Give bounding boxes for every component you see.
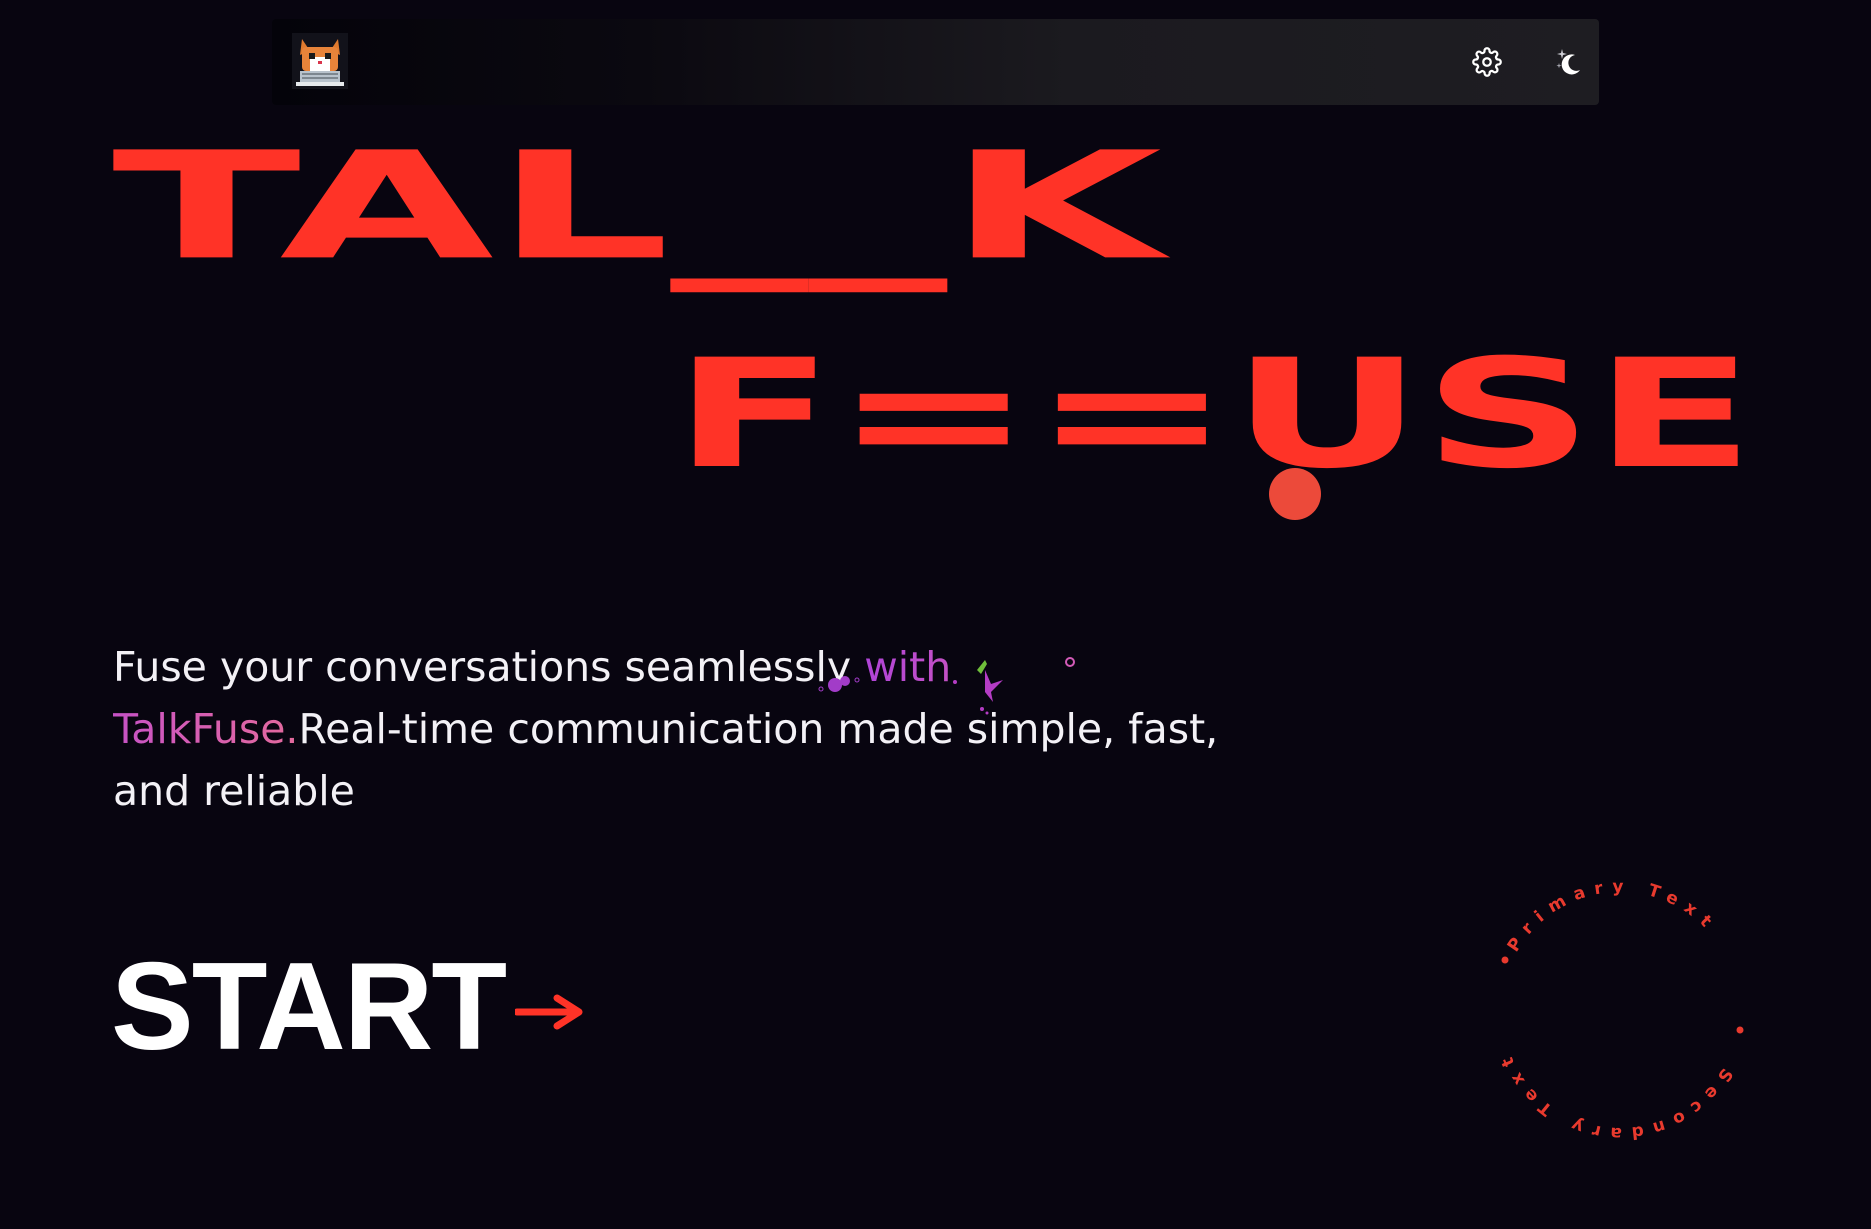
gear-icon bbox=[1472, 47, 1502, 77]
arrow-right-icon bbox=[515, 994, 583, 1030]
badge-primary-text: Primary Text bbox=[1504, 877, 1713, 956]
svg-text:Secondary Text: Secondary Text bbox=[1494, 1046, 1736, 1143]
circular-text-badge: Primary Text Secondary Text bbox=[1494, 877, 1744, 1143]
start-label: START bbox=[111, 938, 507, 1076]
tagline-text: Fuse your conversations seamlessly bbox=[113, 643, 865, 691]
top-navbar bbox=[272, 19, 1599, 105]
start-button[interactable]: START bbox=[111, 945, 583, 1069]
hero-title-talk: TAL__K bbox=[112, 119, 1162, 293]
moon-stars-icon bbox=[1556, 49, 1580, 75]
svg-text:Primary Text: Primary Text bbox=[1504, 877, 1722, 956]
theme-toggle-button[interactable] bbox=[1548, 41, 1590, 83]
settings-button[interactable] bbox=[1466, 41, 1508, 83]
sparkle-decoration bbox=[818, 657, 1075, 715]
hero-title-fuse: F==USE bbox=[673, 326, 1755, 502]
red-dot-decoration bbox=[1269, 468, 1321, 520]
badge-secondary-text: Secondary Text bbox=[1494, 1046, 1727, 1143]
pixel-cat-logo-icon[interactable] bbox=[292, 33, 348, 89]
